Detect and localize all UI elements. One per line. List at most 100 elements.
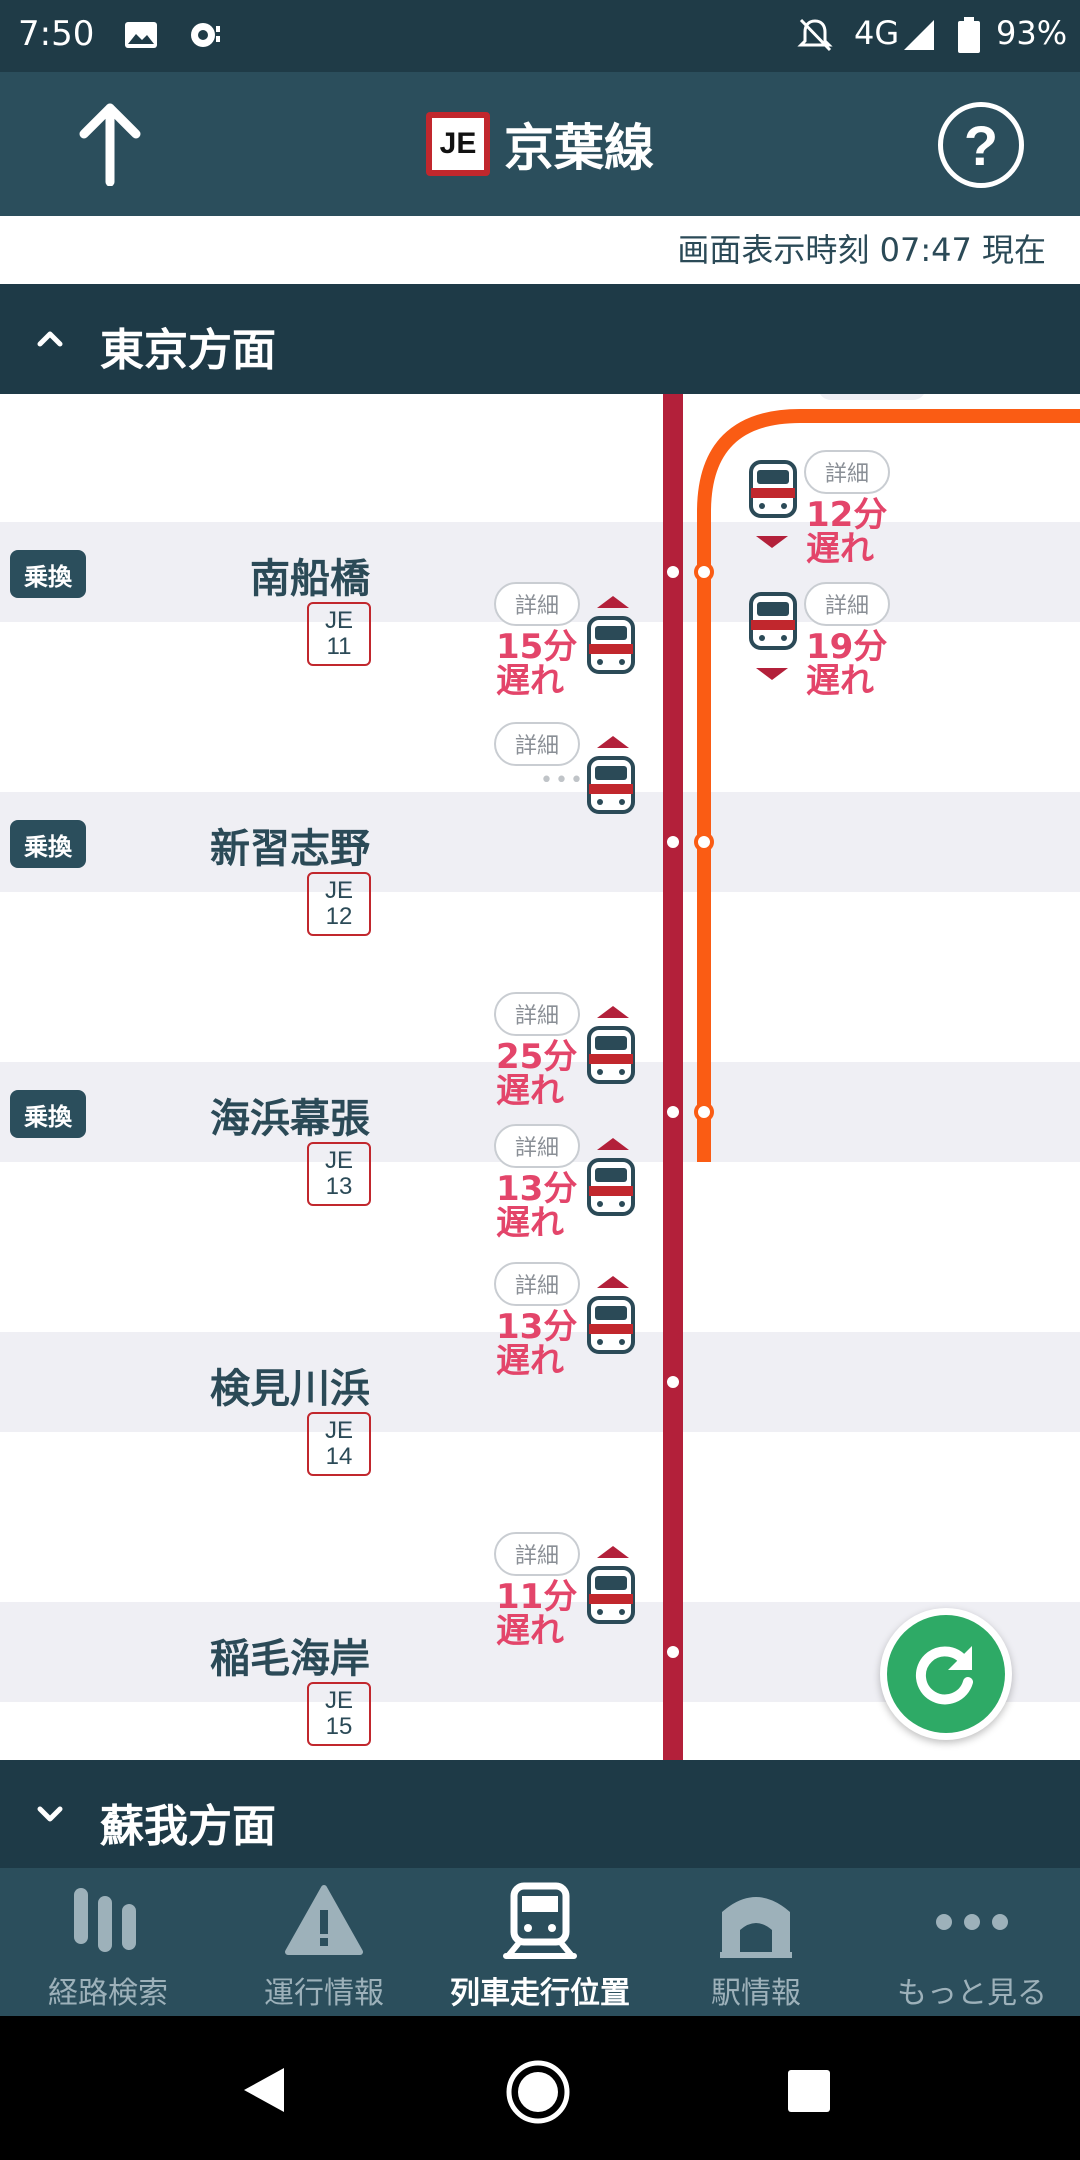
station-name-kaihinmakuhari[interactable]: 海浜幕張 xyxy=(210,1086,370,1144)
chevron-down-icon xyxy=(37,1806,63,1822)
station-code-prefix: JE xyxy=(324,1687,353,1714)
network-type: 4G xyxy=(854,14,900,52)
train-detail-button[interactable]: 詳細 xyxy=(494,992,580,1036)
station-name-inagekaigan[interactable]: 稲毛海岸 xyxy=(210,1626,370,1684)
train-icon[interactable] xyxy=(748,592,798,656)
signal-icon xyxy=(904,20,934,50)
delay-minutes: 19分 xyxy=(806,627,888,667)
delay-label: 遅れ xyxy=(496,1071,564,1111)
direction-header-tokyo[interactable]: 東京方面 xyxy=(0,284,1080,394)
delay-label: 遅れ xyxy=(806,529,874,569)
header-title-area: JE 京葉線 xyxy=(0,72,1080,216)
train-icon[interactable] xyxy=(586,1566,636,1630)
nav-label: 運行情報 xyxy=(264,1976,384,2011)
more-icon xyxy=(936,1914,1008,1930)
train-icon[interactable] xyxy=(586,1158,636,1222)
battery-icon xyxy=(958,17,980,53)
line-code-badge: JE xyxy=(426,112,490,176)
train-detail-button[interactable]: 詳細 xyxy=(804,450,890,494)
refresh-button-face xyxy=(887,1615,1005,1733)
station-name-minamifunabashi[interactable]: 南船橋 xyxy=(250,546,370,604)
train-icon xyxy=(503,1882,577,1959)
delay-label: 遅れ xyxy=(496,1203,564,1243)
help-icon: ? xyxy=(963,113,999,177)
transfer-badge[interactable]: 乗換 xyxy=(10,820,86,868)
train-detail-button[interactable]: 詳細 xyxy=(494,582,580,626)
more-dots-icon: ••• xyxy=(540,768,585,793)
train-icon[interactable] xyxy=(586,616,636,680)
status-bar: 7:50 4G 93% xyxy=(0,0,1080,72)
delay-label: 遅れ xyxy=(496,1341,564,1381)
station-code: JE 11 xyxy=(307,602,371,666)
station-code-number: 13 xyxy=(325,1173,353,1200)
nav-label: 経路検索 xyxy=(48,1976,168,2011)
delay-label: 遅れ xyxy=(496,1611,564,1651)
direction-label: 東京方面 xyxy=(100,325,276,376)
station-code-prefix: JE xyxy=(324,877,353,904)
battery-level: 93% xyxy=(996,14,1068,52)
line-code-text: JE xyxy=(432,118,484,170)
image-notification-icon xyxy=(125,22,157,48)
train-detail-button[interactable]: 詳細 xyxy=(494,1124,580,1168)
notifications-off-icon xyxy=(797,18,833,52)
help-button[interactable]: ? xyxy=(938,102,1024,188)
chevron-up-icon xyxy=(37,331,63,347)
station-code-prefix: JE xyxy=(324,1417,353,1444)
train-detail-button[interactable]: 詳細 xyxy=(494,722,580,766)
station-code-number: 15 xyxy=(325,1713,353,1740)
station-code: JE 12 xyxy=(307,872,371,936)
nav-route-search[interactable]: 経路検索 xyxy=(0,1868,216,2016)
station-code-prefix: JE xyxy=(324,607,353,634)
station-code-number: 14 xyxy=(325,1443,353,1470)
status-time: 7:50 xyxy=(18,14,95,54)
train-icon[interactable] xyxy=(586,1026,636,1090)
delay-label: 遅れ xyxy=(496,661,564,701)
nav-label: もっと見る xyxy=(897,1976,1047,2011)
delay-minutes: 15分 xyxy=(496,627,578,667)
route-search-icon xyxy=(74,1888,136,1952)
nav-service-info[interactable]: 運行情報 xyxy=(216,1868,432,2016)
station-name-shinnarashino[interactable]: 新習志野 xyxy=(210,816,370,874)
station-icon xyxy=(720,1897,792,1958)
train-detail-button[interactable]: 詳細 xyxy=(804,582,890,626)
train-position-map: 乗換 南船橋 JE 11 乗換 新習志野 JE 12 乗換 海浜幕張 JE 13… xyxy=(0,394,1080,1760)
system-navigation-bar xyxy=(0,2016,1080,2160)
nav-more[interactable]: もっと見る xyxy=(864,1868,1080,2016)
bottom-navigation: 経路検索 運行情報 列車走行位置 駅情報 もっと見る xyxy=(0,1868,1080,2016)
delay-minutes: 12分 xyxy=(806,495,888,535)
train-detail-button[interactable]: 詳細 xyxy=(494,1532,580,1576)
back-triangle-icon[interactable] xyxy=(240,2064,288,2116)
refresh-button[interactable] xyxy=(880,1608,1012,1740)
train-detail-button[interactable]: 詳細 xyxy=(494,1262,580,1306)
recents-square-icon[interactable] xyxy=(786,2068,832,2114)
train-icon[interactable] xyxy=(748,460,798,524)
nav-train-position[interactable]: 列車走行位置 xyxy=(432,1868,648,2016)
transfer-badge[interactable]: 乗換 xyxy=(10,550,86,598)
page-title: 京葉線 xyxy=(504,119,654,177)
warning-icon xyxy=(285,1885,363,1955)
delay-minutes: 11分 xyxy=(496,1577,578,1617)
podcast-notification-icon xyxy=(191,23,220,47)
display-timestamp: 画面表示時刻 07:47 現在 xyxy=(0,216,1080,284)
nav-label: 列車走行位置 xyxy=(450,1976,630,2011)
delay-minutes: 25分 xyxy=(496,1037,578,1077)
direction-header-soga[interactable]: 蘇我方面 xyxy=(0,1760,1080,1870)
nav-label: 駅情報 xyxy=(711,1976,801,2011)
station-code: JE 15 xyxy=(307,1682,371,1746)
station-code: JE 13 xyxy=(307,1142,371,1206)
refresh-icon xyxy=(915,1646,973,1705)
station-code-number: 11 xyxy=(326,633,352,660)
station-code-number: 12 xyxy=(325,903,353,930)
train-icon[interactable] xyxy=(586,1296,636,1360)
app-header: JE 京葉線 ? xyxy=(0,72,1080,216)
delay-minutes: 13分 xyxy=(496,1307,578,1347)
transfer-badge[interactable]: 乗換 xyxy=(10,1090,86,1138)
station-code: JE 14 xyxy=(307,1412,371,1476)
station-code-prefix: JE xyxy=(324,1147,353,1174)
nav-station-info[interactable]: 駅情報 xyxy=(648,1868,864,2016)
home-circle-icon[interactable] xyxy=(504,2058,572,2126)
train-icon[interactable] xyxy=(586,756,636,820)
delay-label: 遅れ xyxy=(806,661,874,701)
station-name-kemigawahama[interactable]: 検見川浜 xyxy=(210,1356,370,1414)
delay-minutes: 13分 xyxy=(496,1169,578,1209)
